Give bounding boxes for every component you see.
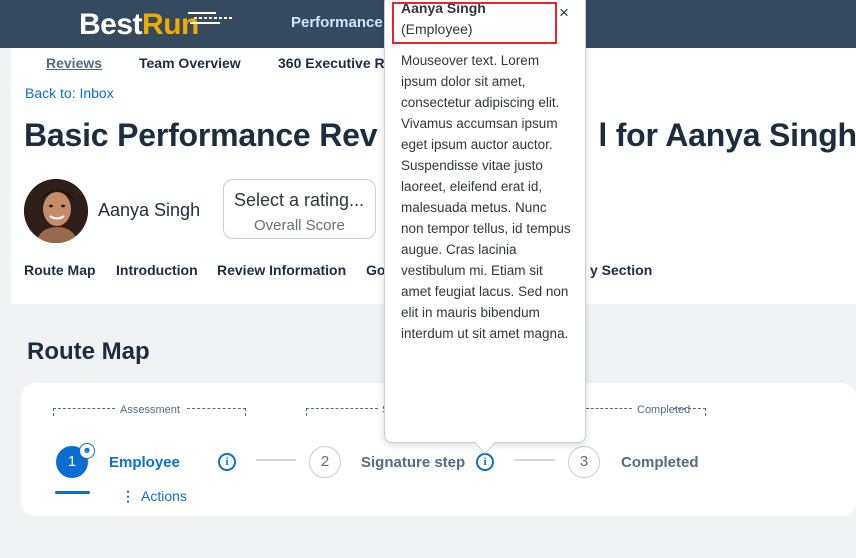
anchor-goals[interactable]: Go	[366, 262, 385, 278]
person-badge-icon: ☻	[79, 443, 95, 459]
rating-value: Select a rating...	[234, 190, 365, 210]
route-map-title: Route Map	[27, 338, 150, 365]
avatar	[24, 179, 88, 243]
back-link[interactable]: Back to: Inbox	[25, 85, 114, 101]
anchor-route-map[interactable]: Route Map	[24, 262, 96, 278]
group-bracket-right	[187, 408, 246, 416]
popover-body-text: Mouseover text. Lorem ipsum dolor sit am…	[401, 53, 571, 341]
group-bracket-left	[306, 408, 378, 416]
step-connector	[514, 459, 555, 461]
active-step-underline	[55, 491, 90, 494]
step-3-label[interactable]: Completed	[621, 454, 699, 471]
step-2-circle[interactable]: 2	[309, 446, 341, 478]
group-assessment: Assessment	[120, 404, 180, 416]
anchor-introduction[interactable]: Introduction	[116, 262, 198, 278]
employee-name: Aanya Singh	[98, 200, 201, 220]
step-1-label[interactable]: Employee	[109, 454, 180, 471]
tab-360-executive[interactable]: 360 Executive R	[278, 55, 385, 71]
actions-label: Actions	[141, 488, 187, 504]
tab-team-overview[interactable]: Team Overview	[139, 55, 241, 71]
group-bracket-right	[673, 408, 706, 416]
rating-label: Overall Score	[254, 217, 345, 234]
logo-best: Best	[79, 8, 143, 41]
info-icon[interactable]: i	[218, 453, 236, 471]
group-bracket-left	[53, 408, 115, 416]
step-3-circle[interactable]: 3	[568, 446, 600, 478]
info-icon[interactable]: i	[476, 453, 494, 471]
page-title-end: l for Aanya Singh	[598, 117, 856, 153]
overall-score-rating[interactable]: Select a rating... Overall Score	[223, 179, 376, 239]
tab-reviews[interactable]: Reviews	[46, 55, 102, 71]
highlight-box	[392, 2, 557, 44]
step-2-label[interactable]: Signature step	[361, 454, 465, 471]
step-connector	[256, 459, 296, 461]
overflow-icon: ⋮	[121, 488, 135, 504]
bestrun-logo[interactable]: BestRun	[79, 8, 199, 42]
group-bracket-left	[586, 408, 632, 416]
anchor-summary-section[interactable]: y Section	[590, 262, 652, 278]
close-icon[interactable]: ×	[559, 3, 569, 23]
anchor-review-information[interactable]: Review Information	[217, 262, 346, 278]
logo-lines-icon	[188, 12, 234, 24]
shell-nav-title[interactable]: Performance	[291, 14, 383, 31]
avatar-photo	[24, 179, 88, 243]
page-title-start: Basic Performance Rev	[24, 117, 378, 153]
actions-button[interactable]: ⋮ Actions	[121, 488, 187, 505]
